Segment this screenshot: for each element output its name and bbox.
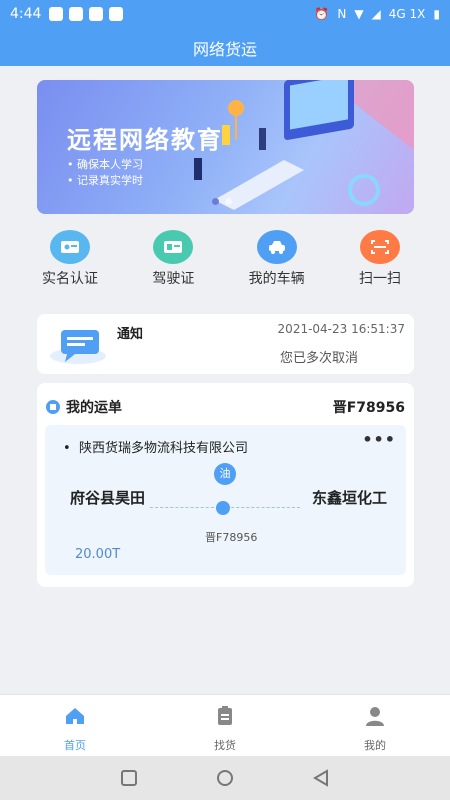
back-icon[interactable] — [312, 769, 330, 787]
chat-bubble-icon — [50, 330, 106, 364]
orders-plate: 晋F78956 — [332, 400, 405, 416]
bullet: • — [63, 441, 79, 456]
quick-item-scan[interactable]: 扫一扫 — [335, 230, 425, 290]
alarm-icon: ⏰ — [314, 7, 330, 21]
nav-label: 找货 — [214, 739, 236, 752]
wifi-icon: ▼ — [354, 7, 364, 21]
order-company: • 陕西货瑞多物流科技有限公司 — [63, 437, 248, 456]
network-type: 4G 1X — [388, 7, 426, 21]
bottom-nav: 首页 找货 我的 — [0, 694, 450, 756]
app-icon — [89, 7, 104, 21]
battery-icon: ▮ — [433, 7, 440, 21]
home-icon — [66, 708, 84, 724]
nav-label: 首页 — [64, 739, 86, 752]
promo-banner[interactable]: 远程网络教育 • 确保本人学习 • 记录真实学时 — [37, 80, 414, 214]
order-destination: 东鑫垣化工 — [312, 489, 388, 507]
pagination-dot-active[interactable] — [212, 198, 219, 205]
fuel-badge: 油 — [214, 463, 236, 485]
order-icon — [46, 400, 60, 414]
message-icon — [49, 7, 64, 21]
license-icon — [153, 230, 194, 264]
notice-card[interactable]: 通知 2021-04-23 16:51:37 您已多次取消 — [37, 314, 414, 374]
notice-time: 2021-04-23 16:51:37 — [277, 322, 405, 336]
truck-icon — [216, 501, 230, 515]
banner-bullet: • 记录真实学时 — [67, 174, 143, 187]
quick-item-license[interactable]: 驾驶证 — [128, 230, 218, 290]
car-icon — [256, 230, 297, 264]
quick-item-label: 驾驶证 — [152, 271, 195, 287]
company-name: 陕西货瑞多物流科技有限公司 — [78, 441, 248, 456]
my-orders-card: 我的运单 晋F78956 • 陕西货瑞多物流科技有限公司 ••• 油 府谷县昊田… — [37, 383, 414, 587]
banner-pagination — [212, 198, 232, 205]
banner-bullet: • 确保本人学习 — [67, 158, 143, 171]
tiktok-icon — [69, 7, 84, 21]
quick-item-vehicle[interactable]: 我的车辆 — [232, 230, 322, 290]
order-origin: 府谷县昊田 — [69, 489, 145, 507]
nav-home[interactable]: 首页 — [0, 695, 150, 756]
status-time: 4:44 — [10, 6, 42, 22]
nav-find-goods[interactable]: 找货 — [150, 695, 300, 756]
pagination-dot[interactable] — [225, 198, 232, 205]
status-bar: 4:44 ⏰ N ▼ ◢ 4G 1X ▮ — [0, 0, 450, 28]
quick-menu: 实名认证 驾驶证 我的车辆 扫一扫 — [25, 230, 425, 290]
id-card-icon — [50, 230, 90, 264]
scan-icon — [359, 230, 400, 264]
gallery-icon — [109, 7, 124, 21]
recents-icon[interactable] — [120, 769, 138, 787]
notice-message: 您已多次取消 — [279, 351, 358, 366]
quick-item-label: 扫一扫 — [358, 271, 401, 287]
signal-icon: ◢ — [371, 7, 381, 21]
user-icon — [366, 707, 384, 726]
nav-mine[interactable]: 我的 — [300, 695, 450, 756]
page-title: 网络货运 — [192, 40, 257, 59]
notice-label: 通知 — [117, 327, 144, 342]
nfc-icon: N — [337, 7, 347, 21]
home-button-icon[interactable] — [216, 769, 234, 787]
banner-headline: 远程网络教育 — [67, 126, 223, 154]
orders-header: 我的运单 — [46, 397, 122, 417]
clipboard-icon — [218, 706, 232, 725]
system-nav — [0, 756, 450, 800]
order-item[interactable]: • 陕西货瑞多物流科技有限公司 ••• 油 府谷县昊田 东鑫垣化工 晋F7895… — [45, 425, 406, 575]
order-plate: 晋F78956 — [205, 531, 258, 544]
quick-item-label: 实名认证 — [42, 271, 98, 287]
quick-item-realname[interactable]: 实名认证 — [25, 230, 115, 290]
top-bar: 4:44 ⏰ N ▼ ◢ 4G 1X ▮ 网络货运 — [0, 0, 450, 66]
quick-item-label: 我的车辆 — [248, 271, 305, 287]
order-weight: 20.00T — [75, 547, 121, 562]
nav-label: 我的 — [364, 739, 386, 752]
orders-title: 我的运单 — [66, 400, 122, 416]
more-options-icon[interactable]: ••• — [362, 430, 396, 449]
